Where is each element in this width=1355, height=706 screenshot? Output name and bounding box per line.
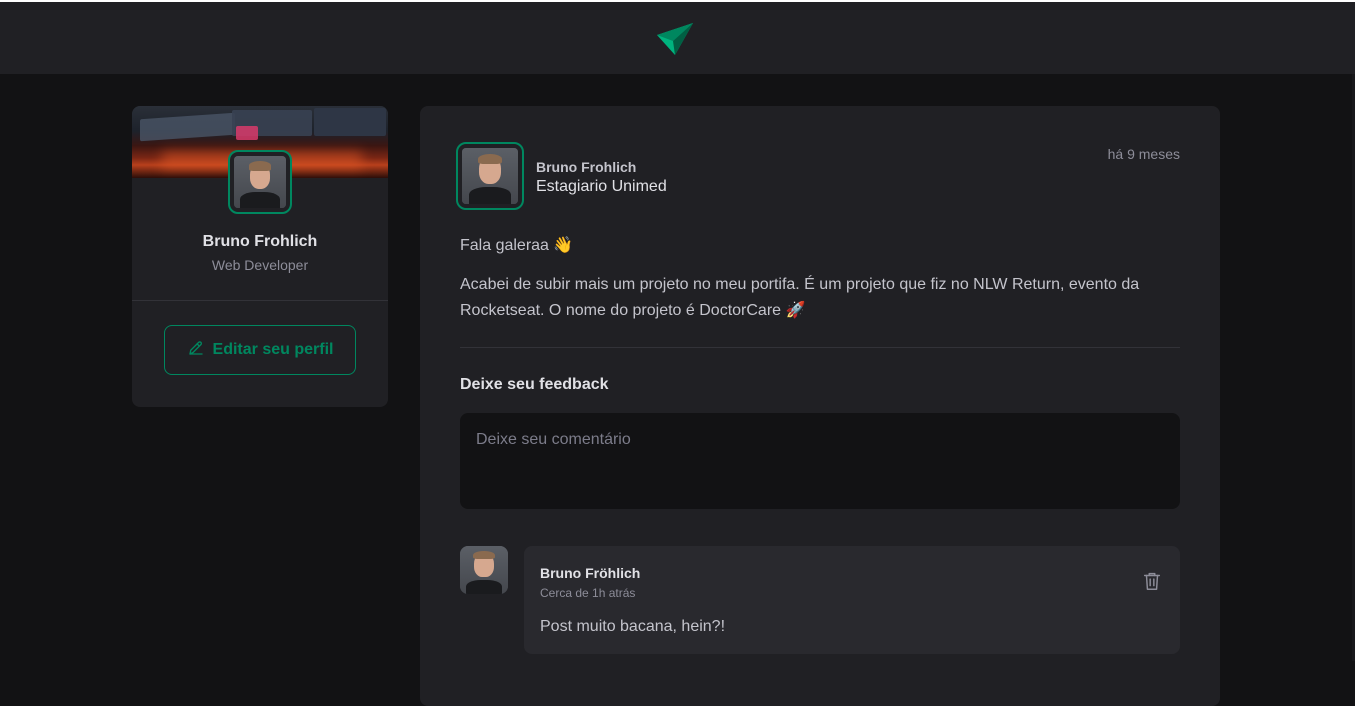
edit-profile-button[interactable]: Editar seu perfil: [164, 325, 356, 375]
comment-item: Bruno Fröhlich Cerca de 1h atrás Post mu…: [524, 546, 1180, 654]
profile-role: Web Developer: [211, 257, 309, 273]
comment-time: Cerca de 1h atrás: [540, 586, 636, 600]
post-published-time[interactable]: há 9 meses: [1108, 146, 1180, 162]
comment-author-avatar[interactable]: [460, 546, 508, 594]
feedback-title: Deixe seu feedback: [460, 376, 609, 393]
post-card: Bruno Frohlich Estagiario Unimed há 9 me…: [420, 106, 1220, 706]
top-header: [0, 2, 1355, 74]
comment-author-name: Bruno Fröhlich: [540, 565, 641, 581]
post-greeting: Fala galeraa 👋: [460, 237, 574, 254]
profile-name: Bruno Frohlich: [202, 233, 318, 250]
post-author-avatar[interactable]: [456, 142, 524, 210]
post-author-role: Estagiario Unimed: [536, 178, 667, 195]
pencil-icon: [187, 339, 205, 362]
comment-text: Post muito bacana, hein?!: [540, 618, 726, 635]
trash-icon: [1141, 572, 1163, 595]
paper-plane-logo-icon: [657, 23, 693, 55]
comment-textarea[interactable]: [460, 413, 1180, 509]
post-body: Acabei de subir mais um projeto no meu p…: [460, 276, 1140, 319]
post-divider: [460, 347, 1180, 348]
profile-avatar[interactable]: [228, 150, 292, 214]
profile-sidebar: Bruno Frohlich Web Developer Editar seu …: [132, 106, 388, 407]
edit-profile-label: Editar seu perfil: [212, 341, 334, 358]
delete-comment-button[interactable]: [1140, 570, 1164, 594]
sidebar-divider: [132, 300, 388, 301]
post-author-name: Bruno Frohlich: [536, 159, 637, 175]
